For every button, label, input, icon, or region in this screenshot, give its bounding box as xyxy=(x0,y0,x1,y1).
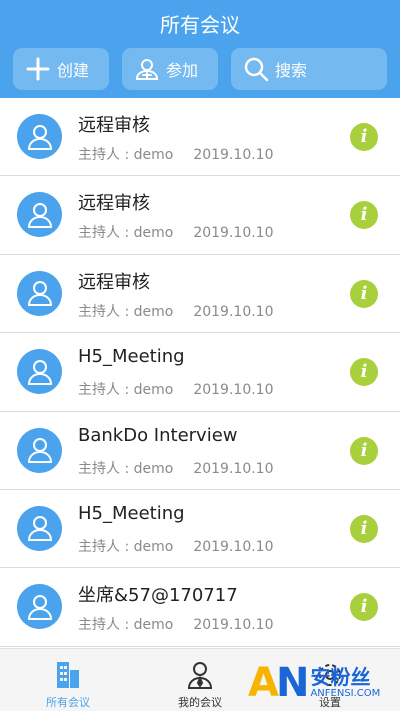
meeting-row[interactable]: H5_Meeting 主持人 : demo 2019.10.10 i xyxy=(0,333,400,412)
meeting-host: 主持人 : demo xyxy=(78,382,174,399)
info-icon[interactable]: i xyxy=(350,593,378,622)
meeting-date: 2019.10.10 xyxy=(193,225,274,242)
meeting-host: 主持人 : demo xyxy=(78,538,174,555)
meeting-meta: 主持人 : demo 2019.10.10 xyxy=(78,144,274,164)
watermark-logo-mark: AN xyxy=(248,660,310,706)
create-label: 创建 xyxy=(57,61,90,80)
meeting-avatar-icon xyxy=(17,114,62,159)
info-icon[interactable]: i xyxy=(350,514,378,543)
meeting-date: 2019.10.10 xyxy=(193,460,274,477)
info-icon[interactable]: i xyxy=(350,123,378,151)
search-label: 搜索 xyxy=(275,61,308,80)
info-icon[interactable]: i xyxy=(350,201,378,230)
search-button[interactable]: 搜索 xyxy=(231,48,387,90)
meeting-host: 主持人 : demo xyxy=(78,460,174,477)
meeting-avatar-icon xyxy=(17,192,62,238)
meeting-avatar-icon xyxy=(17,505,62,551)
meeting-avatar-icon xyxy=(17,349,62,395)
meeting-avatar-icon xyxy=(17,584,62,630)
meeting-host: 主持人 : demo xyxy=(78,225,174,242)
watermark-logo: AN 安粉丝 ANFENSI.COM xyxy=(248,655,400,711)
person-icon xyxy=(186,659,214,691)
meeting-title: BankDo Interview xyxy=(78,424,238,446)
meeting-row[interactable]: H5_Meeting 主持人 : demo 2019.10.10 i xyxy=(0,489,400,569)
meeting-row[interactable]: 远程审核 主持人 : demo 2019.10.10 i xyxy=(0,98,400,177)
watermark-text-cn: 安粉丝 xyxy=(310,665,371,689)
meeting-date: 2019.10.10 xyxy=(193,538,274,555)
meeting-meta: 主持人 : demo 2019.10.10 xyxy=(78,222,274,242)
tab-all-meetings-label: 所有会议 xyxy=(46,696,90,709)
meeting-row[interactable]: BankDo Interview 主持人 : demo 2019.10.10 i xyxy=(0,411,400,490)
meeting-host: 主持人 : demo xyxy=(78,147,174,163)
join-button[interactable]: 参加 xyxy=(122,48,218,90)
meeting-meta: 主持人 : demo 2019.10.10 xyxy=(78,614,274,634)
info-icon[interactable]: i xyxy=(350,436,378,465)
meeting-title: 远程审核 xyxy=(78,271,150,293)
meeting-date: 2019.10.10 xyxy=(193,147,274,163)
search-icon xyxy=(243,56,269,82)
meeting-title: 远程审核 xyxy=(78,115,150,136)
meeting-row[interactable]: 远程审核 主持人 : demo 2019.10.10 i xyxy=(0,176,400,255)
meeting-list: 远程审核 主持人 : demo 2019.10.10 i 远程审核 主持人 : d… xyxy=(0,98,400,647)
tab-all-meetings[interactable]: 所有会议 xyxy=(13,649,123,711)
tab-my-meetings[interactable]: 我的会议 xyxy=(145,649,255,711)
join-label: 参加 xyxy=(166,61,199,80)
meeting-meta: 主持人 : demo 2019.10.10 xyxy=(78,301,274,321)
meeting-host: 主持人 : demo xyxy=(78,303,174,320)
meeting-row[interactable]: 坐席&57@170717 主持人 : demo 2019.10.10 i xyxy=(0,568,400,647)
plus-icon xyxy=(25,56,51,82)
info-icon[interactable]: i xyxy=(350,358,378,387)
meeting-date: 2019.10.10 xyxy=(193,617,274,634)
watermark-text: 安粉丝 ANFENSI.COM xyxy=(310,666,380,700)
top-bar: 所有会议 创建 参加 搜索 xyxy=(0,0,400,98)
info-icon[interactable]: i xyxy=(350,279,378,308)
meeting-avatar-icon xyxy=(17,427,62,473)
meeting-title: 远程审核 xyxy=(78,193,150,215)
meeting-title: H5_Meeting xyxy=(78,346,185,368)
meeting-date: 2019.10.10 xyxy=(193,382,274,399)
meeting-meta: 主持人 : demo 2019.10.10 xyxy=(78,379,274,399)
meeting-meta: 主持人 : demo 2019.10.10 xyxy=(78,458,274,478)
meeting-date: 2019.10.10 xyxy=(193,303,274,320)
meeting-title: H5_Meeting xyxy=(78,502,185,524)
join-person-icon xyxy=(134,56,160,82)
watermark-text-en: ANFENSI.COM xyxy=(310,688,381,699)
meeting-meta: 主持人 : demo 2019.10.10 xyxy=(78,536,274,556)
page-title: 所有会议 xyxy=(160,13,240,37)
tab-my-meetings-label: 我的会议 xyxy=(178,696,222,709)
building-icon xyxy=(54,659,82,691)
meeting-title: 坐席&57@170717 xyxy=(78,585,238,607)
meeting-avatar-icon xyxy=(17,270,62,316)
meeting-row[interactable]: 远程审核 主持人 : demo 2019.10.10 i xyxy=(0,254,400,334)
meeting-host: 主持人 : demo xyxy=(78,617,174,634)
create-button[interactable]: 创建 xyxy=(13,48,109,90)
